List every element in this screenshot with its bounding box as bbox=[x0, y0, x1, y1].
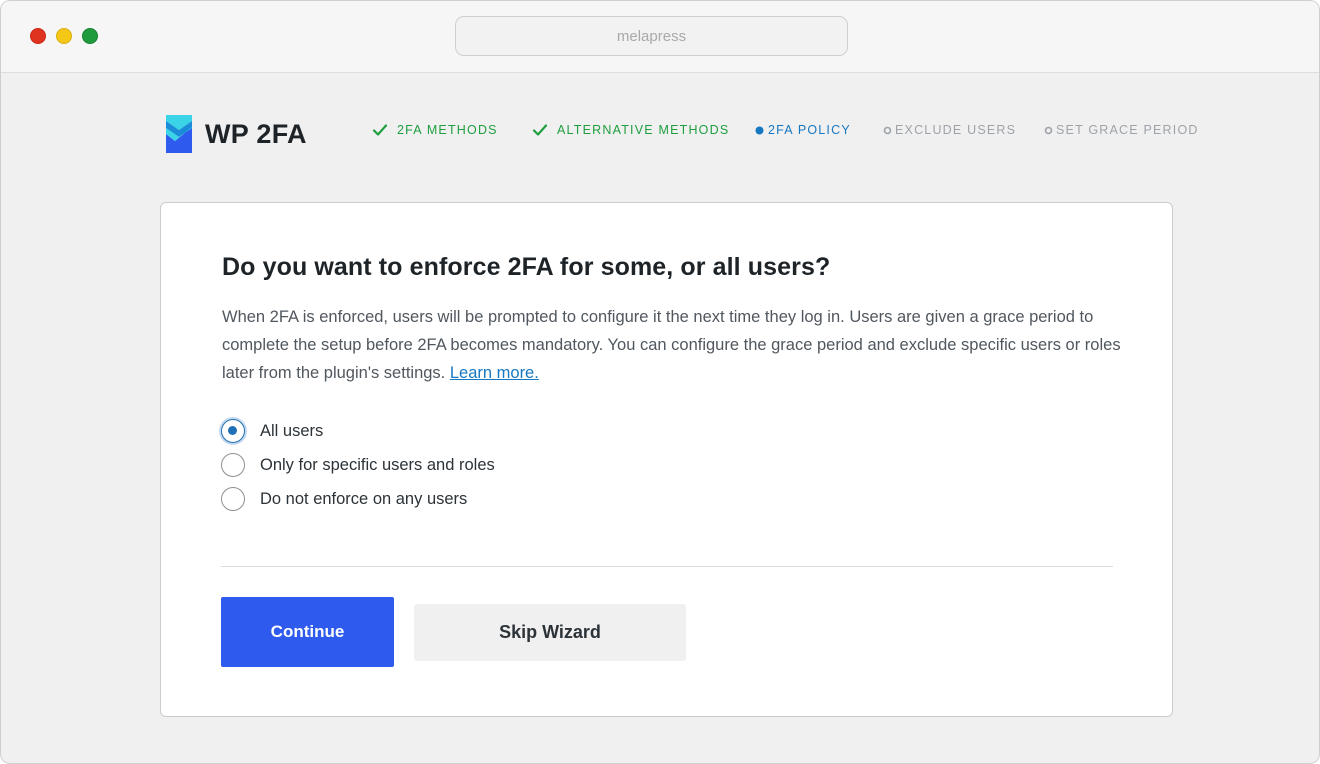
window-titlebar: melapress bbox=[1, 1, 1319, 73]
policy-description: When 2FA is enforced, users will be prom… bbox=[222, 303, 1122, 387]
continue-button[interactable]: Continue bbox=[221, 597, 394, 667]
divider bbox=[221, 566, 1113, 567]
step-exclude-users[interactable]: EXCLUDE USERS bbox=[883, 123, 1016, 137]
ring-icon bbox=[883, 126, 892, 135]
maximize-window-button[interactable] bbox=[82, 28, 98, 44]
option-label: Only for specific users and roles bbox=[260, 455, 495, 474]
radio-button-checked[interactable] bbox=[221, 419, 245, 443]
step-label: 2FA POLICY bbox=[768, 123, 851, 137]
radio-button[interactable] bbox=[221, 453, 245, 477]
option-label: Do not enforce on any users bbox=[260, 489, 468, 508]
description-text: When 2FA is enforced, users will be prom… bbox=[222, 308, 1121, 382]
step-label: EXCLUDE USERS bbox=[895, 123, 1017, 137]
ring-icon bbox=[1044, 126, 1053, 135]
step-alternative-methods[interactable]: ALTERNATIVE METHODS bbox=[533, 123, 729, 137]
radio-button[interactable] bbox=[221, 487, 245, 511]
wp2fa-logo-icon bbox=[166, 115, 192, 153]
browser-window: melapress WP 2FA 2FA METHODS ALTERNATIVE… bbox=[0, 0, 1320, 764]
option-all-users[interactable]: All users bbox=[221, 419, 323, 443]
step-label: ALTERNATIVE METHODS bbox=[557, 123, 730, 137]
step-set-grace-period[interactable]: SET GRACE PERIOD bbox=[1044, 123, 1199, 137]
option-no-users[interactable]: Do not enforce on any users bbox=[221, 487, 467, 511]
policy-card: Do you want to enforce 2FA for some, or … bbox=[160, 202, 1173, 717]
filled-dot-icon bbox=[755, 126, 764, 135]
address-bar[interactable]: melapress bbox=[455, 16, 848, 56]
option-label: All users bbox=[260, 421, 324, 440]
step-2fa-policy[interactable]: 2FA POLICY bbox=[755, 123, 851, 137]
wp2fa-logo: WP 2FA bbox=[166, 115, 307, 153]
check-icon bbox=[373, 124, 387, 136]
step-2fa-methods[interactable]: 2FA METHODS bbox=[373, 123, 498, 137]
learn-more-link[interactable]: Learn more. bbox=[450, 364, 539, 382]
option-specific-users[interactable]: Only for specific users and roles bbox=[221, 453, 495, 477]
skip-wizard-button[interactable]: Skip Wizard bbox=[414, 604, 686, 661]
address-text: melapress bbox=[616, 27, 687, 45]
step-label: 2FA METHODS bbox=[397, 123, 498, 137]
step-label: SET GRACE PERIOD bbox=[1056, 123, 1199, 137]
minimize-window-button[interactable] bbox=[56, 28, 72, 44]
page-title: Do you want to enforce 2FA for some, or … bbox=[222, 253, 831, 281]
check-icon bbox=[533, 124, 547, 136]
logo-text: WP 2FA bbox=[205, 118, 307, 149]
close-window-button[interactable] bbox=[30, 28, 46, 44]
